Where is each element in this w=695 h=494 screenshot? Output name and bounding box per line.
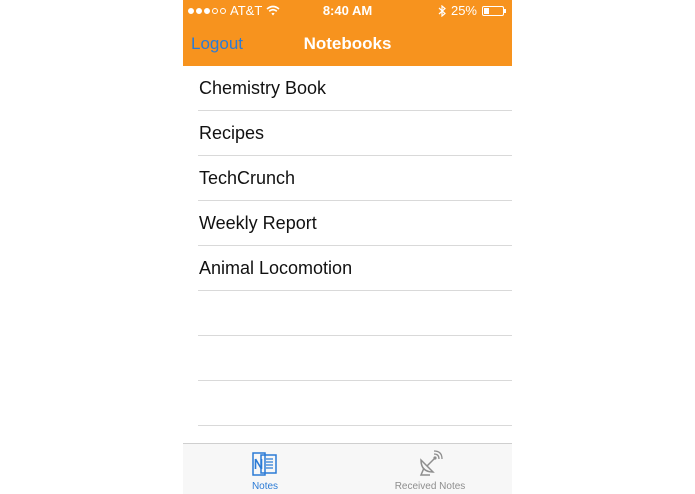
notebook-label: Recipes <box>199 123 265 143</box>
list-item[interactable]: Chemistry Book <box>198 66 512 111</box>
battery-icon <box>482 5 506 16</box>
bluetooth-icon <box>438 4 446 17</box>
notebook-label: Animal Locomotion <box>199 258 353 278</box>
list-item[interactable]: Weekly Report <box>198 201 512 246</box>
empty-row <box>198 336 512 381</box>
phone-screen: AT&T 8:40 AM 25% Logout Notebooks Chemis… <box>183 0 512 494</box>
tab-received-notes-label: Received Notes <box>394 481 466 492</box>
list-item[interactable]: TechCrunch <box>198 156 512 201</box>
notebook-icon <box>252 452 277 476</box>
notebook-list: Chemistry Book Recipes TechCrunch Weekly… <box>183 66 512 426</box>
battery-percent: 25% <box>450 3 477 18</box>
tab-received-notes[interactable]: Received Notes <box>348 444 512 494</box>
empty-row <box>198 291 512 336</box>
status-right: 25% <box>438 3 506 18</box>
notebook-label: TechCrunch <box>199 168 296 188</box>
notebook-label: Chemistry Book <box>199 78 327 98</box>
list-item[interactable]: Animal Locomotion <box>198 246 512 291</box>
tab-bar: Notes Received Notes <box>183 443 512 494</box>
satellite-dish-icon <box>419 450 443 476</box>
tab-notes-label: Notes <box>251 481 279 492</box>
status-bar: AT&T 8:40 AM 25% <box>183 0 512 22</box>
navigation-bar: Logout Notebooks <box>183 22 512 66</box>
header: AT&T 8:40 AM 25% Logout Notebooks <box>183 0 512 66</box>
list-item[interactable]: Recipes <box>198 111 512 156</box>
page-title: Notebooks <box>303 34 392 53</box>
notebook-label: Weekly Report <box>199 213 317 233</box>
tab-notes[interactable]: Notes <box>183 444 347 494</box>
battery-fill <box>484 7 489 14</box>
empty-row <box>198 381 512 426</box>
